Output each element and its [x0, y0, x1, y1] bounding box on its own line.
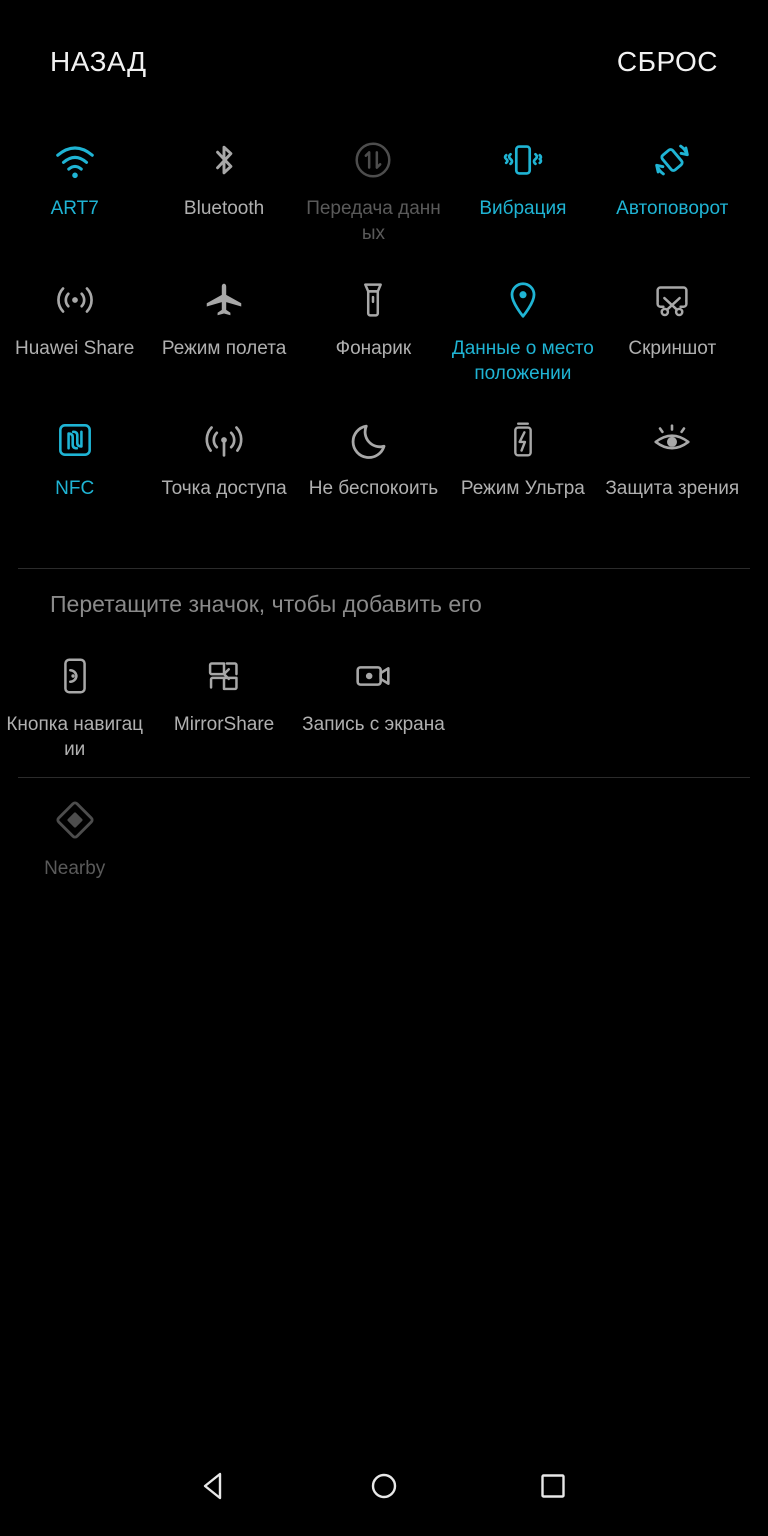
- tile-label: Не беспокоить: [308, 478, 439, 499]
- divider-bottom: [18, 777, 750, 778]
- bluetooth-icon: [200, 136, 248, 184]
- recents-button[interactable]: [525, 1460, 581, 1516]
- tile-huawei-share[interactable]: Huawei Share: [0, 264, 149, 404]
- nfc-icon: [51, 416, 99, 464]
- back-button[interactable]: НАЗАД: [50, 48, 147, 76]
- tile-label: Huawei Share: [15, 338, 135, 359]
- tile-label: NFC: [55, 478, 95, 499]
- mobile-data-icon: [349, 136, 397, 184]
- tile-location-pin[interactable]: Данные о местоположении: [448, 264, 597, 404]
- screenshot-icon: [648, 276, 696, 324]
- header-bar: НАЗАД СБРОС: [0, 0, 768, 124]
- tile-moon[interactable]: Не беспокоить: [299, 404, 448, 544]
- quick-settings-edit-screen: НАЗАД СБРОС ART7 Bluetooth Передача данных…: [0, 0, 768, 1536]
- battery-bolt-icon: [499, 416, 547, 464]
- reset-button[interactable]: СБРОС: [617, 48, 718, 76]
- nearby-icon: [51, 796, 99, 844]
- airplane-icon: [200, 276, 248, 324]
- wifi-icon: [51, 136, 99, 184]
- tile-nav-button[interactable]: Кнопка навигации: [0, 640, 149, 780]
- tile-label: Режим полета: [161, 338, 287, 359]
- disabled-toggles-grid: Nearby: [0, 784, 768, 924]
- auto-rotate-icon: [648, 136, 696, 184]
- tile-airplane[interactable]: Режим полета: [149, 264, 298, 404]
- tile-mirror-share[interactable]: MirrorShare: [149, 640, 298, 780]
- available-toggles-grid: Кнопка навигации MirrorShare Запись с экра…: [0, 640, 768, 780]
- tile-screenshot[interactable]: Скриншот: [598, 264, 747, 404]
- tile-label: Bluetooth: [183, 198, 265, 219]
- tile-label: Nearby: [44, 858, 106, 879]
- tile-mobile-data[interactable]: Передача данных: [299, 124, 448, 264]
- moon-icon: [349, 416, 397, 464]
- eye-comfort-icon: [648, 416, 696, 464]
- tile-vibration[interactable]: Вибрация: [448, 124, 597, 264]
- tile-label: Фонарик: [335, 338, 412, 359]
- tile-hotspot[interactable]: Точка доступа: [149, 404, 298, 544]
- tile-label: Запись с экрана: [302, 714, 445, 735]
- vibration-icon: [499, 136, 547, 184]
- hotspot-icon: [200, 416, 248, 464]
- tile-label: Скриншот: [628, 338, 717, 359]
- tile-wifi[interactable]: ART7: [0, 124, 149, 264]
- back-button[interactable]: [187, 1460, 243, 1516]
- triangle-back-icon: [198, 1469, 232, 1508]
- tile-eye-comfort[interactable]: Защита зрения: [598, 404, 747, 544]
- huawei-share-icon: [51, 276, 99, 324]
- tile-label: Автоповорот: [616, 198, 729, 219]
- location-pin-icon: [499, 276, 547, 324]
- tile-nfc[interactable]: NFC: [0, 404, 149, 544]
- tile-label: Кнопка навигации: [6, 714, 144, 760]
- tile-label: Данные о местоположении: [451, 338, 594, 384]
- drag-hint-text: Перетащите значок, чтобы добавить его: [50, 591, 482, 617]
- active-toggles-grid: ART7 Bluetooth Передача данных Вибрация Авто…: [0, 124, 768, 544]
- tile-label: Защита зрения: [605, 478, 740, 499]
- nav-button-icon: [51, 652, 99, 700]
- tile-label: Режим Ультра: [460, 478, 585, 499]
- tile-auto-rotate[interactable]: Автоповорот: [598, 124, 747, 264]
- flashlight-icon: [349, 276, 397, 324]
- tile-nearby[interactable]: Nearby: [0, 784, 149, 924]
- tile-flashlight[interactable]: Фонарик: [299, 264, 448, 404]
- tile-battery-bolt[interactable]: Режим Ультра: [448, 404, 597, 544]
- tile-screen-record[interactable]: Запись с экрана: [299, 640, 448, 780]
- screen-record-icon: [349, 652, 397, 700]
- android-navigation-bar: [0, 1440, 768, 1536]
- tile-bluetooth[interactable]: Bluetooth: [149, 124, 298, 264]
- square-recents-icon: [536, 1469, 570, 1508]
- home-button[interactable]: [356, 1460, 412, 1516]
- tile-label: Передача данных: [306, 198, 441, 244]
- circle-home-icon: [367, 1469, 401, 1508]
- tile-label: Точка доступа: [161, 478, 287, 499]
- tile-label: MirrorShare: [173, 714, 275, 735]
- tile-label: ART7: [50, 198, 99, 219]
- tile-label: Вибрация: [479, 198, 567, 219]
- divider-top: [18, 568, 750, 569]
- mirror-share-icon: [200, 652, 248, 700]
